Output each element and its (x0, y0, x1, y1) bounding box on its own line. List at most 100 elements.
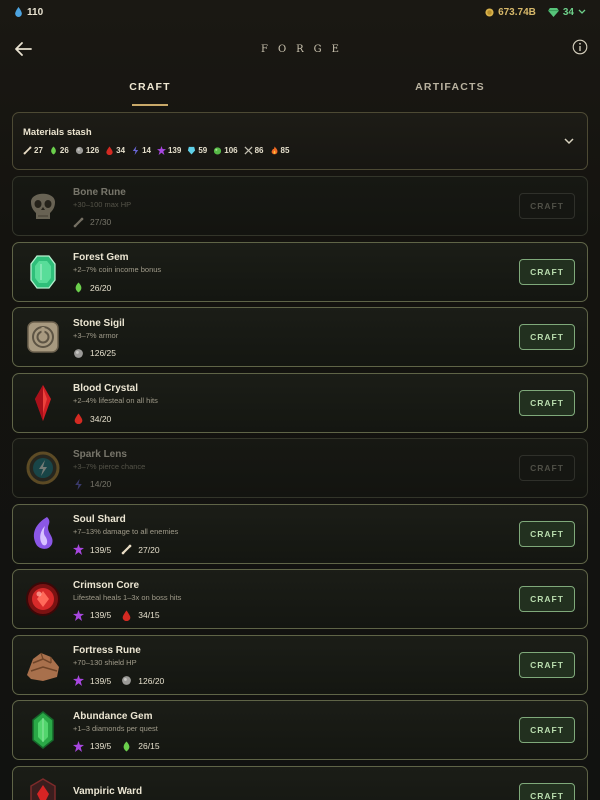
recipe-info: Crimson Core Lifesteal heals 1–3x on boss… (73, 578, 587, 621)
materials-stash[interactable]: Materials stash 27 26 126 34 14 139 59 106 86 85 (12, 112, 588, 170)
water-drop-icon (15, 7, 22, 17)
stone-sigil-icon (13, 307, 73, 367)
gem-counter[interactable]: 34 (547, 6, 586, 18)
stash-item-count: 34 (116, 146, 126, 155)
recipe-card-crimson-core: Crimson Core Lifesteal heals 1–3x on boss… (12, 569, 588, 629)
recipe-card-vampiric-ward: Vampiric Ward7–13% drain redirected to s… (12, 765, 588, 800)
stash-item-crossed-swords: 86 (244, 146, 264, 155)
stash-item-count: 85 (280, 146, 290, 155)
soul-shard-icon (13, 504, 73, 564)
info-icon[interactable] (572, 39, 588, 55)
cost-amount: 139/5 (90, 741, 112, 751)
recipe-card-abundance-gem: Abundance Gem +1–3 diamonds per quest 139/… (12, 700, 588, 760)
cost-amount: 14/20 (90, 479, 112, 489)
recipe-card-forest-gem: Forest Gem +2–7% coin income bonus 26/20 CR… (12, 241, 588, 302)
recipe-description: +70–130 shield HP (73, 658, 137, 667)
recipe-costs: 139/5 34/15 (73, 609, 587, 621)
craft-button[interactable]: CRAFT (519, 389, 575, 416)
stash-item-count: 139 (167, 146, 182, 155)
recipe-name: Crimson Core (73, 579, 140, 591)
cost-amount: 34/15 (138, 610, 160, 620)
recipe-costs: 139/5 27/20 (73, 544, 587, 555)
soul-crystal-icon (73, 609, 84, 621)
cost-amount: 139/5 (90, 544, 112, 555)
recipe-info: Abundance Gem +1–3 diamonds per quest 139/… (73, 709, 587, 752)
bone-icon (121, 544, 132, 555)
tab-artifacts[interactable]: ARTIFACTS (300, 72, 600, 108)
chevron-down-icon[interactable] (563, 135, 575, 147)
blood-drop-icon (73, 413, 84, 424)
stone-icon (121, 675, 132, 686)
recipe-card-stone-sigil: Stone Sigil +3–7% armor 126/25 CRAFT (12, 307, 588, 367)
craft-button[interactable]: CRAFT (519, 717, 575, 743)
water-drop-icon (187, 146, 196, 155)
cost-amount: 26/20 (90, 282, 112, 293)
cost-item: 27/30 (73, 217, 111, 228)
cost-amount: 27/30 (90, 217, 112, 227)
craft-button[interactable]: CRAFT (519, 586, 575, 612)
cost-amount: 126/20 (138, 675, 165, 686)
recipe-info: Fortress Rune +70–130 shield HP 139/5 126/2… (73, 643, 587, 686)
craft-button[interactable]: CRAFT (519, 455, 575, 481)
cost-item: 27/20 (121, 544, 160, 555)
cost-item: 126/20 (121, 675, 164, 686)
cost-item: 139/5 (73, 544, 111, 555)
blood-drop-icon (105, 146, 114, 155)
recipe-info: Forest Gem +2–7% coin income bonus 26/20 (73, 250, 587, 293)
stone-icon (75, 146, 84, 155)
craft-button[interactable]: CRAFT (519, 193, 575, 219)
cost-amount: 34/20 (90, 413, 112, 424)
craft-button[interactable]: CRAFT (519, 651, 575, 678)
forest-gem-icon (13, 242, 73, 302)
crossed-swords-icon (244, 146, 253, 155)
stash-item-water-drop: 59 (187, 146, 207, 155)
leaf-icon (49, 146, 58, 155)
recipe-name: Stone Sigil (73, 317, 125, 329)
spark-icon (131, 146, 140, 155)
craft-button[interactable]: CRAFT (519, 782, 575, 800)
stash-item-count: 14 (142, 146, 151, 155)
stash-item-count: 106 (224, 146, 238, 155)
cost-amount: 126/25 (90, 348, 116, 358)
recipe-name: Blood Crystal (73, 383, 139, 394)
stash-title: Materials stash (23, 127, 92, 138)
recipe-card-fortress-rune: Fortress Rune +70–130 shield HP 139/5 126/2… (12, 634, 588, 695)
vampiric-ward-icon (13, 766, 73, 800)
spark-lens-icon (13, 438, 73, 498)
recipe-name: Soul Shard (73, 514, 126, 525)
gem-count: 34 (562, 6, 574, 18)
recipe-description: +30–100 max HP (73, 199, 132, 209)
recipe-info: Blood Crystal +2–4% lifesteal on all hits… (73, 381, 587, 424)
stash-item-count: 27 (34, 146, 43, 155)
craft-button[interactable]: CRAFT (519, 520, 575, 547)
blood-drop-icon (121, 610, 132, 621)
back-arrow-icon[interactable] (12, 38, 34, 60)
cost-item: 139/5 (73, 675, 111, 686)
recipe-description: +2–4% lifesteal on all hits (73, 396, 158, 405)
recipe-info: Bone Rune +30–100 max HP 27/30 (73, 185, 587, 228)
cost-item: 26/20 (73, 282, 111, 293)
soul-crystal-icon (156, 146, 166, 155)
tab-craft[interactable]: CRAFT (0, 72, 300, 108)
cost-item: 139/5 (73, 740, 112, 752)
craft-button[interactable]: CRAFT (519, 324, 575, 350)
bone-icon (73, 217, 84, 228)
recipe-costs: 34/20 (73, 413, 587, 424)
recipe-description: +7–13% damage to all enemies (73, 527, 179, 536)
bone-rune-icon (13, 176, 73, 236)
fire-icon (270, 146, 279, 155)
water-count: 110 (27, 6, 44, 18)
craft-button[interactable]: CRAFT (519, 258, 575, 285)
recipe-list: Bone Rune +30–100 max HP 27/30 CRAFT Forest … (12, 176, 588, 800)
recipe-costs: 139/5 126/20 (73, 675, 587, 686)
recipe-name: Vampiric Ward (73, 785, 143, 797)
status-bar: 110 673.74B 34 (0, 0, 600, 24)
recipe-costs: 14/20 (73, 478, 587, 490)
crimson-core-icon (13, 569, 73, 629)
cost-amount: 26/15 (138, 741, 160, 751)
recipe-card-soul-shard: Soul Shard +7–13% damage to all enemies 13… (12, 503, 588, 564)
soul-crystal-icon (73, 544, 84, 555)
cost-item: 26/15 (121, 741, 160, 752)
stash-item-soul-crystal: 139 (156, 146, 182, 155)
stash-item-spark: 14 (131, 146, 151, 155)
